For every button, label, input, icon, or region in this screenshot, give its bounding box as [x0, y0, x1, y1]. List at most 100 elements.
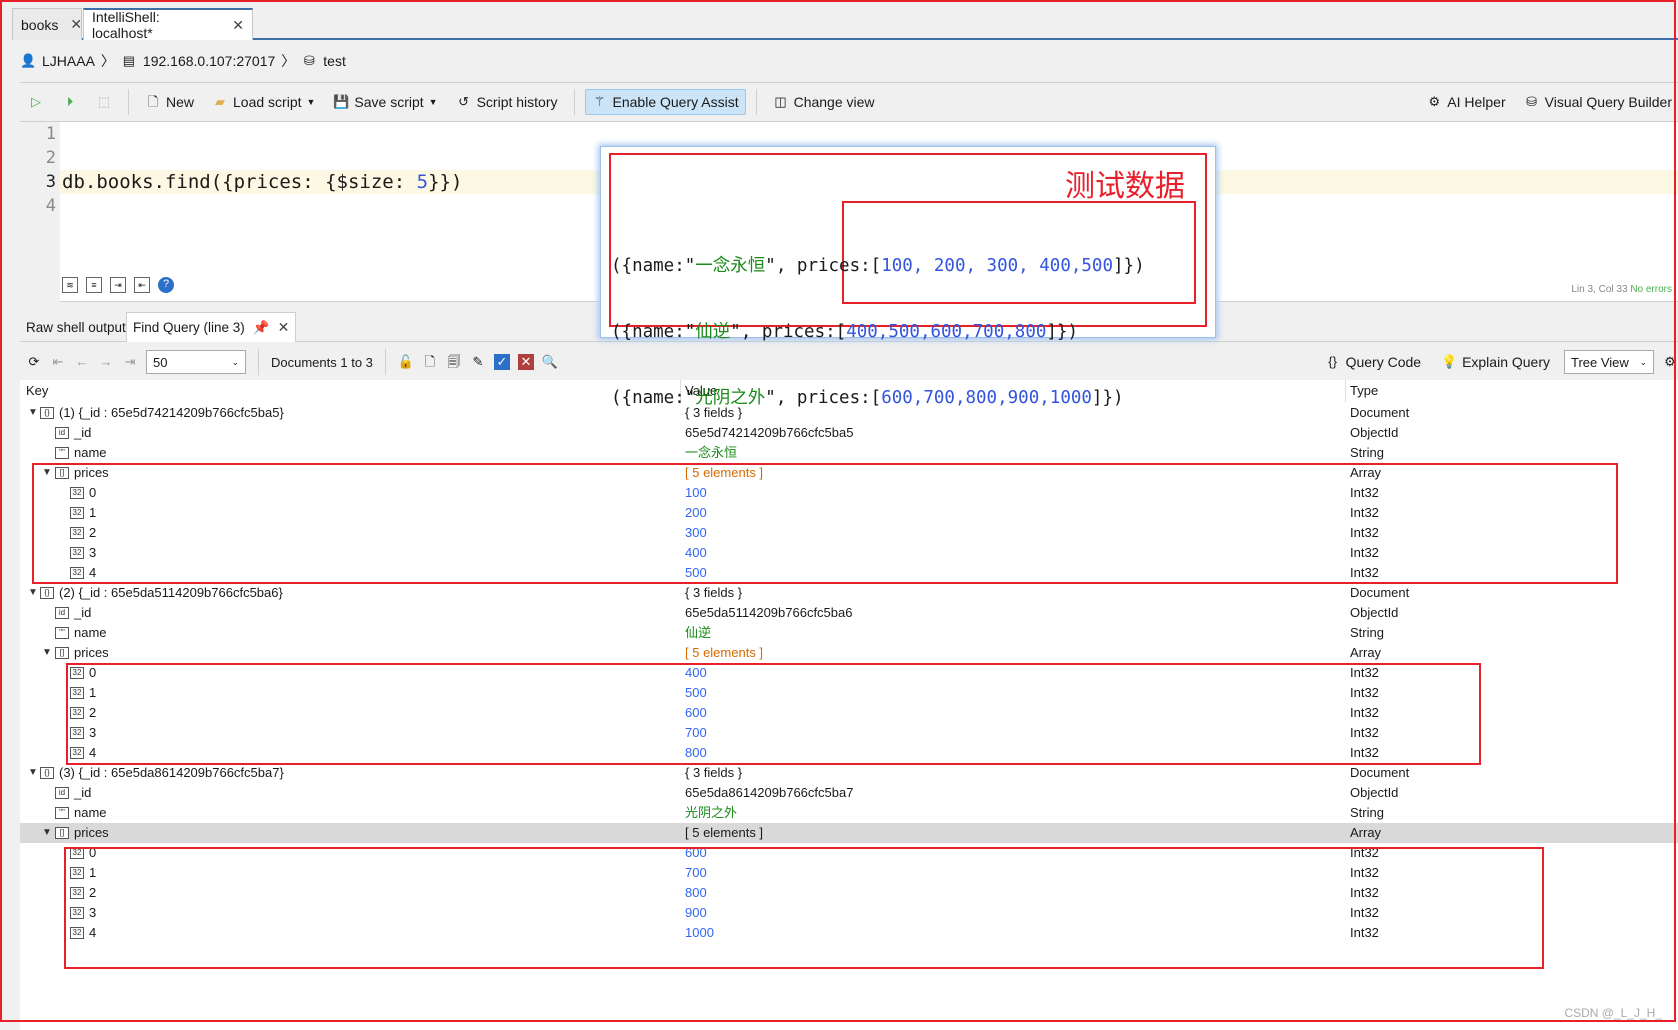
objectid-icon: id [55, 787, 69, 799]
code-line[interactable]: db.books.find({prices: {$size: 5}}) [62, 170, 462, 194]
settings-icon[interactable]: ⚙ [1662, 354, 1678, 370]
run-line-button[interactable]: ⏵ [56, 90, 84, 114]
pin-icon[interactable]: 📌 [253, 320, 270, 336]
test-data-note: 测试数据 ({name:"一念永恒", prices:[100, 200, 30… [600, 146, 1216, 408]
breadcrumb-server[interactable]: 192.168.0.107:27017 [143, 53, 275, 69]
dropdown-icon[interactable]: ▼ [307, 97, 316, 107]
tab-intellishell[interactable]: IntelliShell: localhost* ✕ [83, 8, 253, 41]
chevron-down-icon[interactable]: ▼ [42, 823, 52, 843]
load-script-button[interactable]: ▰ Load script ▼ [206, 90, 321, 114]
chevron-down-icon[interactable]: ▼ [28, 403, 38, 423]
array-element-row[interactable]: 32 3 900 Int32 [20, 903, 1678, 923]
new-file-icon: 🗋 [147, 94, 159, 109]
explain-query-button[interactable]: 💡 Explain Query [1435, 350, 1556, 374]
field-row[interactable]: id _id 65e5da8614209b766cfc5ba7 ObjectId [20, 783, 1678, 803]
chevron-down-icon[interactable]: ▼ [42, 643, 52, 663]
run-button[interactable]: ▷ [22, 90, 50, 114]
visual-query-builder-button[interactable]: ⛁ Visual Query Builder [1518, 90, 1678, 114]
magic-wand-icon: ⚚ [593, 94, 606, 109]
close-icon[interactable]: ✕ [278, 319, 290, 336]
save-script-button[interactable]: 💾 Save script ▼ [327, 90, 443, 114]
validate-icon[interactable]: ✓ [493, 354, 510, 370]
query-code-button[interactable]: {} Query Code [1319, 350, 1427, 374]
chevron-down-icon[interactable]: ▼ [28, 583, 38, 603]
ai-helper-button[interactable]: ⚙ AI Helper [1420, 90, 1511, 114]
chevron-down-icon: ⌄ [1639, 356, 1647, 367]
folder-icon: ▰ [215, 94, 226, 109]
array-element-row[interactable]: 32 2 300 Int32 [20, 523, 1678, 543]
tab-find-query[interactable]: Find Query (line 3) 📌 ✕ [126, 312, 297, 342]
field-row[interactable]: "" name 仙逆 String [20, 623, 1678, 643]
outdent-icon[interactable]: ⇤ [134, 277, 150, 293]
next-page-icon[interactable]: → [98, 354, 114, 370]
editor-actions: ≋ ≡ ⇥ ⇤? [62, 277, 174, 293]
tab-raw-shell-output[interactable]: Raw shell output [20, 312, 132, 342]
edit-document-icon[interactable]: ✎ [470, 354, 486, 370]
array-row[interactable]: ▼[] prices[ 5 elements ] Array [20, 823, 1678, 843]
chevron-down-icon[interactable]: ▼ [42, 463, 52, 483]
array-element-row[interactable]: 32 3 400 Int32 [20, 543, 1678, 563]
array-element-row[interactable]: 32 4 1000 Int32 [20, 923, 1678, 943]
last-page-icon[interactable]: ⇥ [122, 354, 138, 370]
find-icon[interactable]: 🔍 [542, 354, 558, 370]
enable-query-assist-button[interactable]: ⚚ Enable Query Assist [584, 89, 746, 115]
document-icon: {} [40, 587, 54, 599]
array-element-row[interactable]: 32 2 600 Int32 [20, 703, 1678, 723]
prev-page-icon[interactable]: ← [74, 354, 90, 370]
breadcrumb-user[interactable]: LJHAAA [42, 53, 95, 69]
add-document-icon[interactable]: 🗋 [422, 354, 438, 370]
comment-icon[interactable]: ≡ [86, 277, 102, 293]
breadcrumb-database[interactable]: test [323, 53, 346, 69]
int32-icon: 32 [70, 847, 84, 859]
page-size-select[interactable]: 50 ⌄ [146, 350, 246, 374]
array-element-row[interactable]: 32 1 700 Int32 [20, 863, 1678, 883]
field-row[interactable]: id _id 65e5da5114209b766cfc5ba6 ObjectId [20, 603, 1678, 623]
document-row[interactable]: ▼{} (3) {_id : 65e5da8614209b766cfc5ba7}{… [20, 763, 1678, 783]
int32-icon: 32 [70, 567, 84, 579]
int32-icon: 32 [70, 527, 84, 539]
view-mode-select[interactable]: Tree View ⌄ [1564, 350, 1654, 374]
array-element-row[interactable]: 32 0 100 Int32 [20, 483, 1678, 503]
dropdown-icon[interactable]: ▼ [429, 97, 438, 107]
new-button[interactable]: 🗋 New [139, 90, 200, 114]
format-icon[interactable]: ≋ [62, 277, 78, 293]
step-icon: ⏵ [66, 94, 74, 109]
column-header-key[interactable]: Key [26, 380, 48, 402]
document-row[interactable]: ▼{} (2) {_id : 65e5da5114209b766cfc5ba6}{… [20, 583, 1678, 603]
indent-icon[interactable]: ⇥ [110, 277, 126, 293]
int32-icon: 32 [70, 507, 84, 519]
delete-document-icon[interactable]: ✕ [517, 354, 534, 370]
array-element-row[interactable]: 32 4 800 Int32 [20, 743, 1678, 763]
array-element-row[interactable]: 32 1 200 Int32 [20, 503, 1678, 523]
close-icon[interactable]: ✕ [232, 17, 244, 34]
change-view-button[interactable]: ◫ Change view [767, 90, 881, 114]
clone-document-icon[interactable]: 🗐 [446, 354, 462, 370]
document-tabs: books ✕ IntelliShell: localhost* ✕ [12, 0, 1678, 41]
array-element-row[interactable]: 32 4 500 Int32 [20, 563, 1678, 583]
first-page-icon[interactable]: ⇤ [50, 354, 66, 370]
field-row[interactable]: "" name 光阴之外 String [20, 803, 1678, 823]
line-gutter: 1 2 3 4 [20, 122, 60, 302]
column-header-type[interactable]: Type [1345, 380, 1378, 402]
chevron-down-icon[interactable]: ▼ [28, 763, 38, 783]
save-icon: 💾 [333, 94, 350, 109]
tab-books[interactable]: books ✕ [12, 8, 82, 40]
array-element-row[interactable]: 32 1 500 Int32 [20, 683, 1678, 703]
lock-icon[interactable]: 🔓 [398, 354, 414, 370]
help-icon[interactable]: ? [158, 277, 174, 293]
stop-icon: ⬚ [97, 94, 111, 109]
document-icon: {} [40, 407, 54, 419]
array-row[interactable]: ▼[] prices[ 5 elements ] Array [20, 463, 1678, 483]
stop-button[interactable]: ⬚ [90, 90, 118, 114]
string-icon: "" [55, 447, 69, 459]
array-element-row[interactable]: 32 3 700 Int32 [20, 723, 1678, 743]
code-icon: {} [1328, 354, 1337, 369]
refresh-icon[interactable]: ⟳ [26, 354, 42, 370]
array-element-row[interactable]: 32 0 400 Int32 [20, 663, 1678, 683]
array-element-row[interactable]: 32 0 600 Int32 [20, 843, 1678, 863]
array-element-row[interactable]: 32 2 800 Int32 [20, 883, 1678, 903]
script-history-button[interactable]: ↺ Script history [450, 90, 564, 114]
chevron-right-icon: 〉 [100, 53, 115, 69]
close-icon[interactable]: ✕ [70, 16, 82, 33]
array-row[interactable]: ▼[] prices[ 5 elements ] Array [20, 643, 1678, 663]
